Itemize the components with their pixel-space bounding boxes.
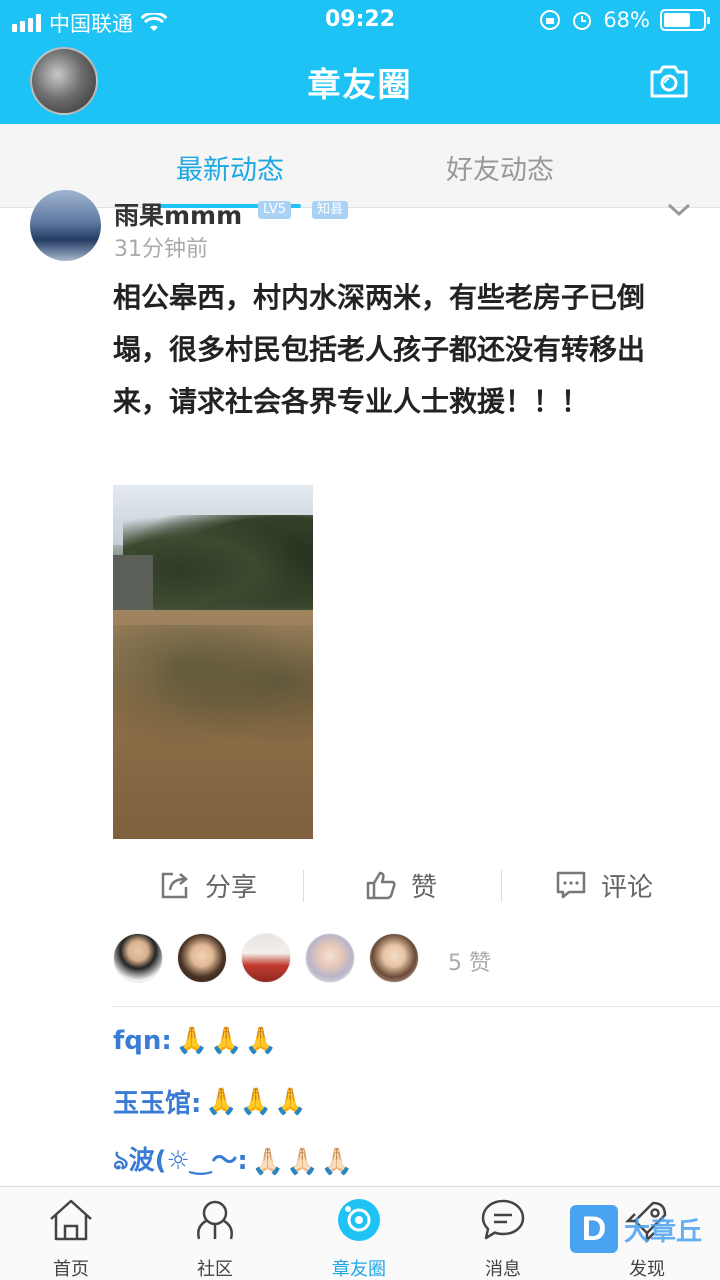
nav-circle[interactable]: 章友圈 — [299, 1197, 419, 1280]
post-author-name[interactable]: 雨果mmm — [114, 196, 242, 232]
liker-avatar[interactable] — [241, 933, 291, 983]
nav-messages-label: 消息 — [485, 1259, 521, 1280]
nav-community[interactable]: 社区 — [155, 1197, 275, 1280]
nav-home-label: 首页 — [53, 1259, 89, 1280]
liker-avatar[interactable] — [305, 933, 355, 983]
liker-avatar[interactable] — [369, 933, 419, 983]
camera-icon[interactable] — [648, 62, 690, 100]
comment-item: fqn: 🙏🙏🙏 — [113, 1026, 279, 1056]
status-bar: 中国联通 09:22 68% — [0, 0, 720, 40]
watermark-letter: D — [570, 1205, 618, 1253]
chevron-down-icon[interactable] — [666, 202, 692, 218]
circle-icon — [338, 1199, 380, 1241]
battery-percent: 68% — [603, 8, 650, 32]
nav-messages[interactable]: 消息 — [443, 1197, 563, 1280]
watermark-logo: D 大章丘 — [570, 1205, 720, 1255]
battery-icon — [660, 9, 710, 31]
share-label: 分享 — [205, 872, 258, 903]
rank-badge: 知县 — [312, 201, 349, 219]
alarm-icon — [573, 12, 592, 30]
comment-icon — [556, 871, 586, 899]
like-button[interactable]: 赞 — [365, 860, 437, 910]
comment-text: 🙏🙏🙏 — [175, 1026, 279, 1056]
level-badge: LV5 — [258, 201, 291, 219]
comment-text: 🙏🏻🙏🏻🙏🏻 — [251, 1147, 355, 1177]
nav-circle-label: 章友圈 — [332, 1259, 386, 1280]
watermark-text: 大章丘 — [624, 1217, 703, 1247]
nav-community-label: 社区 — [197, 1259, 233, 1280]
comment-button[interactable]: 评论 — [555, 860, 653, 910]
comment-label: 评论 — [601, 872, 654, 903]
rotation-lock-icon — [540, 10, 561, 30]
thumbs-up-icon — [366, 871, 396, 900]
feed-tabs: 最新动态 好友动态 — [0, 124, 720, 208]
comment-item: 玉玉馆: 🙏🙏🙏 — [113, 1083, 309, 1120]
comment-author[interactable]: 玉玉馆: — [113, 1083, 201, 1120]
app-header: 中国联通 09:22 68% 章友圈 — [0, 0, 720, 124]
liker-avatar[interactable] — [177, 933, 227, 983]
post-timestamp: 31分钟前 — [114, 237, 208, 262]
comment-author[interactable]: ঌ波(☼‿〜: — [113, 1140, 248, 1184]
share-icon — [161, 872, 188, 899]
comment-author[interactable]: fqn: — [113, 1026, 172, 1056]
tab-friends[interactable]: 好友动态 — [400, 148, 600, 187]
share-button[interactable]: 分享 — [159, 860, 257, 910]
community-icon — [197, 1200, 233, 1240]
page-title: 章友圈 — [307, 65, 413, 104]
like-label: 赞 — [411, 872, 438, 903]
message-icon — [481, 1199, 525, 1240]
post-actions: 分享 赞 评论 — [113, 860, 720, 910]
comment-text: 🙏🙏🙏 — [205, 1086, 309, 1117]
like-count: 5 赞 — [448, 951, 491, 976]
post-body: 相公皋西，村内水深两米，有些老房子已倒塌，很多村民包括老人孩子都还没有转移出来，… — [113, 281, 646, 418]
tab-latest[interactable]: 最新动态 — [130, 148, 330, 187]
nav-home[interactable]: 首页 — [11, 1197, 131, 1280]
post-author-avatar[interactable] — [30, 190, 101, 261]
battery-fill — [664, 13, 690, 27]
comment-item: ঌ波(☼‿〜: 🙏🏻🙏🏻🙏🏻 — [113, 1140, 355, 1184]
nav-discover-label: 发现 — [629, 1259, 665, 1280]
likers-row: 5 赞 — [113, 933, 713, 987]
post-photo[interactable] — [113, 485, 313, 839]
divider — [113, 1006, 720, 1007]
home-icon — [50, 1199, 92, 1241]
liker-avatar[interactable] — [113, 933, 163, 983]
